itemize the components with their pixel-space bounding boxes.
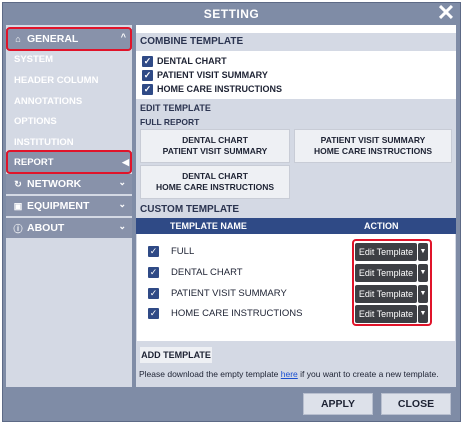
edit-dental-homecare-button[interactable]: DENTAL CHART HOME CARE INSTRUCTIONS xyxy=(140,165,290,199)
custom-template-table-header: TEMPLATE NAME ACTION xyxy=(136,218,456,234)
checkbox-label: HOME CARE INSTRUCTIONS xyxy=(157,84,283,94)
note-text: Please download the empty template xyxy=(139,369,281,379)
sidebar: ⌂ GENERAL ^ SYSTEM HEADER COLUMN ANNOTAT… xyxy=(6,25,132,387)
chevron-down-icon: ⌄ xyxy=(118,221,126,231)
combine-template-title: COMBINE TEMPLATE xyxy=(136,33,456,51)
full-report-label: FULL REPORT xyxy=(140,117,200,127)
download-note: Please download the empty template here … xyxy=(139,369,439,379)
edit-patient-homecare-button[interactable]: PATIENT VISIT SUMMARY HOME CARE INSTRUCT… xyxy=(294,129,452,163)
sidebar-item-label: ANNOTATIONS xyxy=(14,95,83,107)
checkbox[interactable]: ✓ xyxy=(142,83,153,95)
button-line: PATIENT VISIT SUMMARY xyxy=(162,146,268,156)
edit-template-title: EDIT TEMPLATE xyxy=(140,103,211,113)
add-template-button[interactable]: ADD TEMPLATE xyxy=(140,347,212,363)
combine-option-patient-visit-summary[interactable]: ✓ PATIENT VISIT SUMMARY xyxy=(142,68,268,82)
checkbox[interactable]: ✓ xyxy=(142,55,153,67)
column-template-name: TEMPLATE NAME xyxy=(170,221,247,231)
edit-dental-patient-button[interactable]: DENTAL CHART PATIENT VISIT SUMMARY xyxy=(140,129,290,163)
sidebar-item-label: HEADER COLUMN xyxy=(14,74,99,86)
edit-template-panel: EDIT TEMPLATE FULL REPORT DENTAL CHART P… xyxy=(136,99,456,201)
dialog-title: SETTING xyxy=(203,7,260,21)
checkbox-label: PATIENT VISIT SUMMARY xyxy=(157,70,268,80)
settings-dialog: SETTING ✕ ⌂ GENERAL ^ SYSTEM HEADER COLU… xyxy=(2,2,461,422)
checkbox[interactable]: ✓ xyxy=(142,69,153,81)
equipment-icon: ▣ xyxy=(13,200,23,211)
sidebar-subitem-institution[interactable]: INSTITUTION xyxy=(6,132,132,152)
row-checkbox[interactable]: ✓ xyxy=(148,308,159,319)
sidebar-subitem-system[interactable]: SYSTEM xyxy=(6,49,132,69)
button-line: DENTAL CHART xyxy=(182,135,248,145)
apply-button[interactable]: APPLY xyxy=(303,393,373,415)
network-icon: ↻ xyxy=(14,178,22,189)
sidebar-item-label: OPTIONS xyxy=(14,115,57,127)
sidebar-subitem-header-column[interactable]: HEADER COLUMN xyxy=(6,70,132,90)
combine-option-home-care[interactable]: ✓ HOME CARE INSTRUCTIONS xyxy=(142,82,282,96)
sidebar-item-network[interactable]: ↻ NETWORK ⌄ xyxy=(6,174,132,194)
chevron-down-icon: ⌄ xyxy=(118,177,126,187)
close-icon[interactable]: ✕ xyxy=(436,2,456,24)
button-line: HOME CARE INSTRUCTIONS xyxy=(155,182,275,192)
button-line: PATIENT VISIT SUMMARY xyxy=(320,135,426,145)
report-highlight xyxy=(6,150,132,174)
sidebar-item-label: EQUIPMENT xyxy=(27,200,90,212)
report-settings-panel: COMBINE TEMPLATE ✓ DENTAL CHART ✓ PATIEN… xyxy=(136,25,456,387)
sidebar-subitem-annotations[interactable]: ANNOTATIONS xyxy=(6,91,132,111)
download-template-link[interactable]: here xyxy=(281,369,298,379)
sidebar-item-label: INSTITUTION xyxy=(14,136,74,148)
close-button[interactable]: CLOSE xyxy=(381,393,451,415)
chevron-down-icon: ⌄ xyxy=(118,199,126,209)
row-checkbox[interactable]: ✓ xyxy=(148,267,159,278)
sidebar-item-label: NETWORK xyxy=(27,178,82,190)
action-highlight xyxy=(352,239,432,326)
note-text: if you want to create a new template. xyxy=(297,369,439,379)
sidebar-item-equipment[interactable]: ▣ EQUIPMENT ⌄ xyxy=(6,196,132,216)
template-name: PATIENT VISIT SUMMARY xyxy=(171,288,287,299)
custom-template-title: CUSTOM TEMPLATE xyxy=(136,201,456,218)
custom-template-footer: ADD TEMPLATE Please download the empty t… xyxy=(136,341,456,387)
info-icon: ⓘ xyxy=(13,223,23,234)
sidebar-subitem-options[interactable]: OPTIONS xyxy=(6,111,132,131)
button-line: DENTAL CHART xyxy=(182,171,248,181)
template-name: FULL xyxy=(171,246,195,257)
row-checkbox[interactable]: ✓ xyxy=(148,288,159,299)
sidebar-item-label: ABOUT xyxy=(27,222,65,234)
column-action: ACTION xyxy=(364,221,399,231)
template-name: DENTAL CHART xyxy=(171,267,243,278)
checkbox-label: DENTAL CHART xyxy=(157,56,227,66)
button-line: HOME CARE INSTRUCTIONS xyxy=(313,146,433,156)
custom-template-table: ✓ FULL Edit Template ▼ ✓ DENTAL CHART Ed… xyxy=(136,234,456,341)
combine-option-dental-chart[interactable]: ✓ DENTAL CHART xyxy=(142,54,227,68)
sidebar-item-label: SYSTEM xyxy=(14,53,54,65)
sidebar-item-about[interactable]: ⓘ ABOUT ⌄ xyxy=(6,218,132,238)
general-highlight xyxy=(6,27,132,51)
row-checkbox[interactable]: ✓ xyxy=(148,246,159,257)
template-name: HOME CARE INSTRUCTIONS xyxy=(171,308,303,319)
